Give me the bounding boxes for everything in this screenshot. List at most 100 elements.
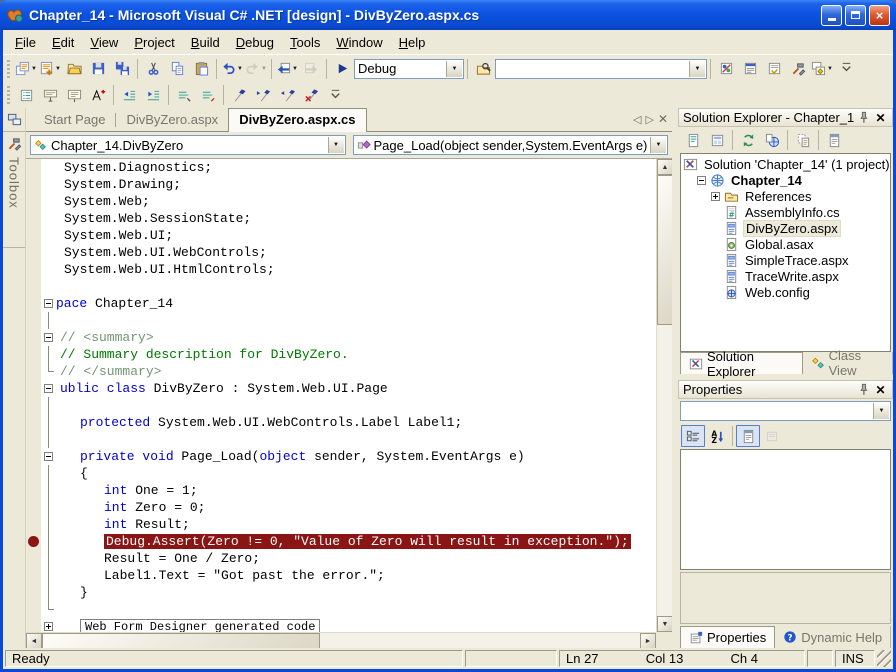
menu-tools[interactable]: Tools	[282, 32, 328, 53]
dropdown-arrow-icon[interactable]: ▼	[55, 66, 61, 72]
breakpoint-indicator[interactable]	[28, 536, 39, 547]
tree-item-tracewrite-aspx[interactable]: TraceWrite.aspx	[681, 268, 890, 284]
menu-edit[interactable]: Edit	[44, 32, 82, 53]
pin-icon[interactable]	[856, 110, 871, 125]
open-file-button[interactable]	[62, 58, 86, 80]
tree-item-web-config[interactable]: Web.config	[681, 284, 890, 300]
breakpoint-margin[interactable]	[26, 516, 42, 533]
code-text[interactable]: pace Chapter_14	[56, 295, 173, 312]
menu-file[interactable]: File	[7, 32, 44, 53]
previous-bookmark-button[interactable]	[275, 84, 299, 106]
solution-explorer-tab-class-view[interactable]: Class View	[803, 352, 893, 374]
code-text[interactable]: System.Drawing;	[56, 176, 181, 193]
code-text[interactable]: int Result;	[56, 516, 190, 533]
menu-project[interactable]: Project	[126, 32, 182, 53]
scroll-left-button[interactable]: ◄	[26, 633, 42, 648]
pin-icon[interactable]	[856, 382, 871, 397]
sidebar-tab-toolbox[interactable]: Toolbox	[3, 132, 25, 248]
dropdown-arrow-icon[interactable]: ▼	[292, 66, 298, 72]
solution-explorer-title-bar[interactable]: Solution Explorer - Chapter_14 ✕	[678, 108, 893, 127]
members-combo[interactable]: Page_Load(object sender,System.EventArgs…	[353, 135, 669, 155]
code-text[interactable]: private void Page_Load(object sender, Sy…	[56, 448, 525, 465]
find-combo[interactable]: ▼	[495, 59, 707, 79]
breakpoint-margin[interactable]	[26, 159, 42, 176]
refresh-button[interactable]	[736, 129, 760, 151]
toggle-bookmark-button[interactable]	[227, 84, 251, 106]
breakpoint-margin[interactable]	[26, 210, 42, 227]
breakpoint-margin[interactable]	[26, 448, 42, 465]
code-text[interactable]: protected System.Web.UI.WebControls.Labe…	[56, 414, 462, 431]
code-text[interactable]: System.Web.UI.WebControls;	[56, 244, 267, 261]
code-text[interactable]: int Zero = 0;	[56, 499, 205, 516]
fold-minus-box[interactable]	[44, 452, 53, 461]
breakpoint-margin[interactable]	[26, 431, 42, 448]
tree-item-chapter-14[interactable]: Chapter_14	[681, 172, 890, 188]
scroll-right-button[interactable]: ►	[640, 633, 656, 648]
navigate-backward-button[interactable]: ▼	[275, 58, 299, 80]
parameter-info-button[interactable]	[38, 84, 62, 106]
maximize-button[interactable]	[845, 5, 866, 26]
debug-windows-button[interactable]: ▼	[810, 58, 834, 80]
breakpoint-margin[interactable]	[26, 244, 42, 261]
add-item-button[interactable]: ▼	[38, 58, 62, 80]
breakpoint-margin[interactable]	[26, 329, 42, 346]
properties-window-button[interactable]	[738, 58, 762, 80]
breakpoint-margin[interactable]	[26, 363, 42, 380]
object-selector-combo[interactable]: ▼	[680, 401, 891, 421]
breakpoint-margin[interactable]	[26, 465, 42, 482]
next-bookmark-button[interactable]	[251, 84, 275, 106]
chevron-down-icon[interactable]: ▼	[328, 137, 344, 153]
view-code-button[interactable]	[681, 129, 705, 151]
properties-tab-properties[interactable]: Properties	[680, 626, 775, 648]
property-grid[interactable]	[680, 449, 891, 570]
word-completion-button[interactable]	[86, 84, 110, 106]
breakpoint-margin[interactable]	[26, 295, 42, 312]
breakpoint-margin[interactable]	[26, 567, 42, 584]
breakpoint-margin[interactable]	[26, 584, 42, 601]
breakpoint-margin[interactable]	[26, 550, 42, 567]
breakpoint-margin[interactable]	[26, 533, 42, 550]
properties-title-bar[interactable]: Properties ✕	[678, 380, 893, 399]
code-text[interactable]: System.Web;	[56, 193, 150, 210]
tree-item-global-asax[interactable]: Global.asax	[681, 236, 890, 252]
save-all-button[interactable]	[110, 58, 134, 80]
vertical-scrollbar[interactable]: ▲ ▼	[656, 159, 672, 632]
dropdown-arrow-icon[interactable]: ▼	[237, 66, 243, 72]
types-combo[interactable]: Chapter_14.DivByZero ▼	[30, 135, 346, 155]
menu-view[interactable]: View	[82, 32, 126, 53]
fold-plus-box[interactable]	[44, 622, 53, 631]
code-text[interactable]: int One = 1;	[56, 482, 198, 499]
close-panel-button[interactable]: ✕	[873, 382, 888, 397]
copy-web-button[interactable]	[760, 129, 784, 151]
resize-grip[interactable]	[877, 650, 891, 667]
scroll-down-button[interactable]: ▼	[657, 616, 672, 632]
code-text[interactable]: Web Form Designer generated code	[56, 618, 320, 632]
view-designer-button[interactable]	[705, 129, 729, 151]
comment-lines-button[interactable]	[172, 84, 196, 106]
tab-start-page[interactable]: Start Page	[34, 109, 115, 131]
tree-item-references[interactable]: References	[681, 188, 890, 204]
increase-indent-button[interactable]	[141, 84, 165, 106]
breakpoint-margin[interactable]	[26, 261, 42, 278]
dropdown-arrow-icon[interactable]: ▼	[827, 66, 833, 72]
categorized-button[interactable]	[681, 425, 705, 447]
dropdown-arrow-icon[interactable]: ▼	[31, 66, 37, 72]
menu-window[interactable]: Window	[328, 32, 390, 53]
toolbar-options-button[interactable]	[834, 58, 858, 80]
minimize-button[interactable]	[821, 5, 842, 26]
breakpoint-margin[interactable]	[26, 397, 42, 414]
tree-item-solution-chapter-14-1-project[interactable]: Solution 'Chapter_14' (1 project)	[681, 156, 890, 172]
uncomment-lines-button[interactable]	[196, 84, 220, 106]
breakpoint-margin[interactable]	[26, 227, 42, 244]
title-bar[interactable]: Chapter_14 - Microsoft Visual C# .NET [d…	[0, 0, 896, 30]
code-text[interactable]: ublic class DivByZero : System.Web.UI.Pa…	[56, 380, 388, 397]
undo-button[interactable]: ▼	[220, 58, 244, 80]
breakpoint-margin[interactable]	[26, 278, 42, 295]
code-text[interactable]: Result = One / Zero;	[56, 550, 260, 567]
code-text[interactable]: {	[56, 465, 88, 482]
solution-explorer-tab-solution-explorer[interactable]: Solution Explorer	[680, 352, 803, 374]
new-project-button[interactable]: ▼	[14, 58, 38, 80]
collapsed-region[interactable]: Web Form Designer generated code	[80, 619, 320, 632]
breakpoint-margin[interactable]	[26, 618, 42, 632]
code-text[interactable]: }	[56, 584, 88, 601]
